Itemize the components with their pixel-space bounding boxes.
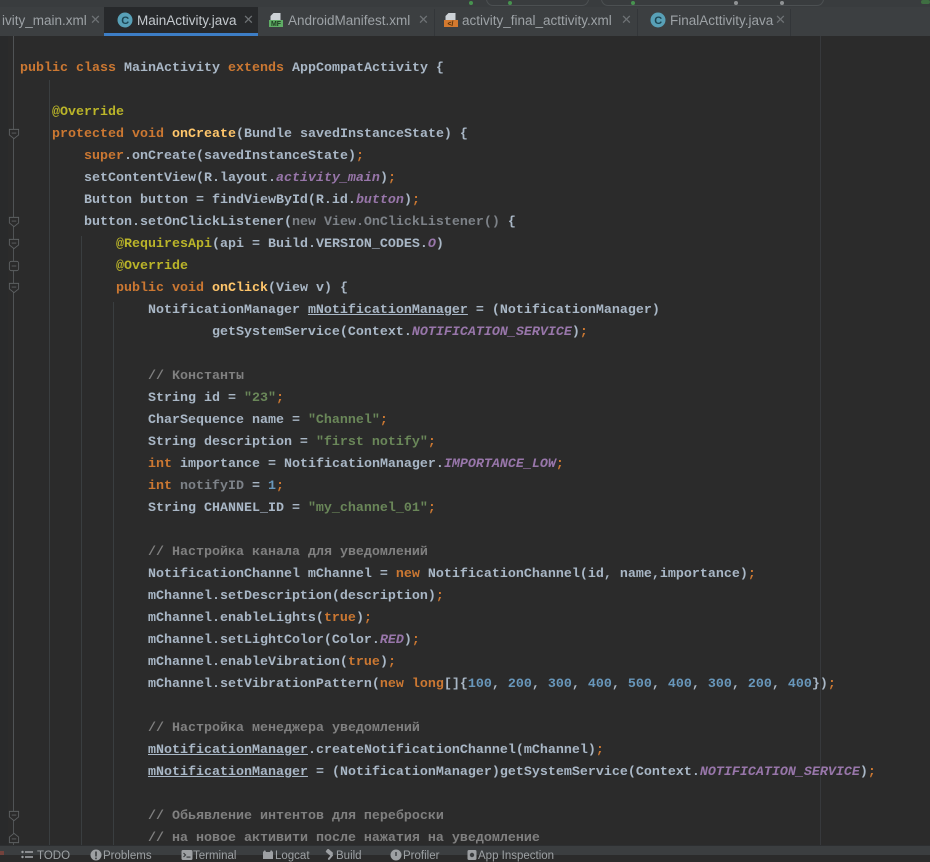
svg-text:C: C xyxy=(654,15,662,27)
svg-text:MF: MF xyxy=(271,21,282,28)
svg-text:</: </ xyxy=(447,21,453,28)
svg-text:C: C xyxy=(121,15,129,27)
